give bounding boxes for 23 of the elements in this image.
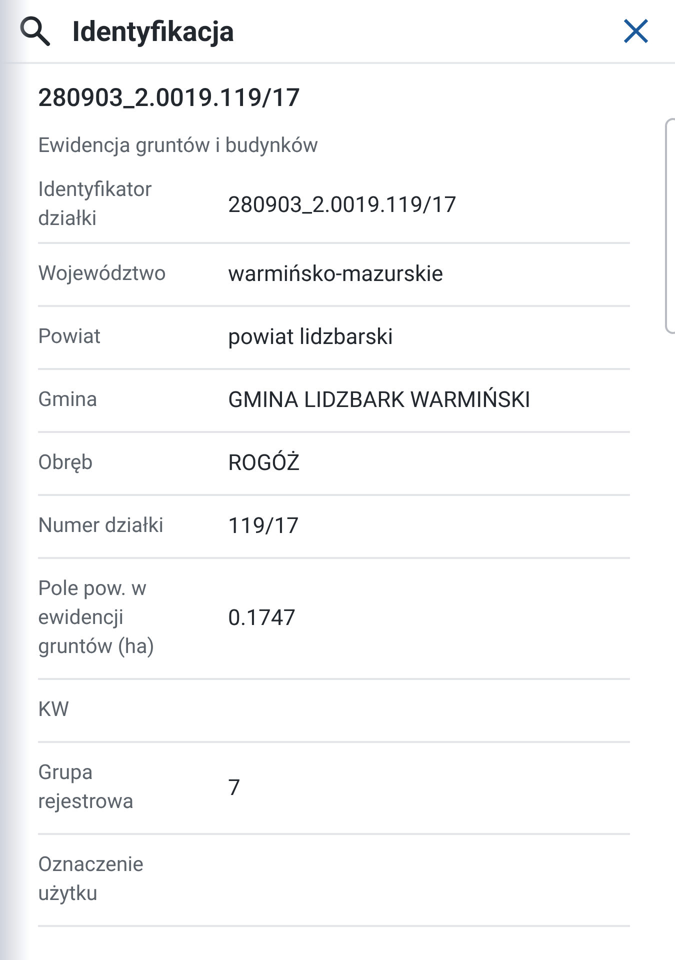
panel-title: Identyfikacja (72, 14, 236, 48)
field-label: Gmina (38, 387, 98, 414)
field-label: Pole pow. w ewidencji gruntów (ha) (38, 576, 156, 661)
close-icon (623, 18, 649, 44)
field-value: 0.1747 (228, 605, 297, 633)
field-label: Oznaczenie użytku (38, 852, 145, 908)
field-value: warmińsko-mazurskie (228, 261, 444, 289)
parcel-id: 280903_2.0019.119/17 (38, 83, 302, 115)
field-label: KW (38, 697, 70, 724)
search-icon (18, 14, 52, 48)
field-label: Identyfikator działki (38, 177, 153, 233)
field-label: Obręb (38, 450, 94, 477)
field-value: GMINA LIDZBARK WARMIŃSKI (228, 386, 532, 415)
field-value: 119/17 (228, 513, 300, 541)
data-source: Ewidencja gruntów i budynków (38, 133, 320, 160)
field-value: powiat lidzbarski (228, 324, 394, 352)
field-label: Grupa rejestrowa (38, 760, 135, 816)
field-value: 280903_2.0019.119/17 (228, 192, 458, 220)
field-value: 7 (228, 774, 242, 802)
field-label: Numer działki (38, 513, 165, 540)
field-value: ROGÓŻ (228, 449, 301, 478)
field-label: Powiat (38, 324, 102, 351)
field-label: Województwo (38, 261, 167, 288)
